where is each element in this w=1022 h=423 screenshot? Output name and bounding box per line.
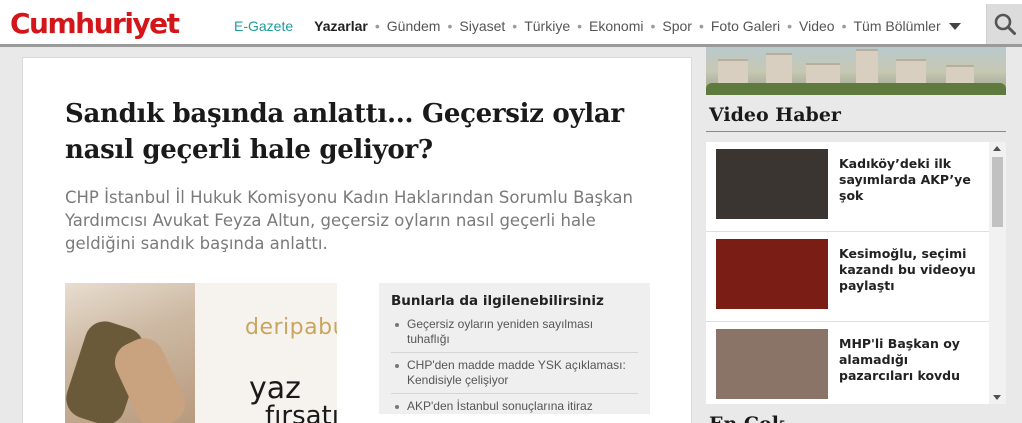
search-button[interactable]: [986, 4, 1022, 44]
video-thumbnail[interactable]: [716, 149, 828, 219]
scrollbar-thumb[interactable]: [992, 157, 1003, 227]
video-news-title[interactable]: Video Haber: [709, 104, 841, 126]
article-headline: Sandık başında anlattı... Geçersiz oylar…: [65, 99, 624, 165]
divider: [706, 131, 1006, 132]
most-read-title: En Çok: [709, 413, 785, 423]
video-thumbnail[interactable]: [716, 329, 828, 399]
nav-item-spor[interactable]: Spor: [662, 18, 692, 34]
real-estate-banner[interactable]: [706, 47, 1006, 95]
video-news-headline[interactable]: Kadıköy’deki ilk sayımlarda AKP’ye şok: [839, 156, 979, 204]
nav-item-label: Tüm Bölümler: [853, 18, 941, 34]
video-news-headline[interactable]: MHP'li Başkan oy alamadığı pazarcıları k…: [839, 336, 979, 384]
related-article-link[interactable]: CHP'den madde madde YSK açıklaması: Kend…: [391, 358, 638, 394]
video-thumbnail[interactable]: [716, 239, 828, 309]
nav-item-gündem[interactable]: Gündem: [387, 18, 441, 34]
nav-item-label: E-Gazete: [234, 18, 294, 34]
nav-item-türkiye[interactable]: Türkiye: [524, 18, 570, 34]
nav-separator: •: [512, 18, 518, 34]
video-news-item[interactable]: Kesimoğlu, seçimi kazandı bu videoyu pay…: [706, 232, 989, 322]
video-news-item[interactable]: MHP'li Başkan oy alamadığı pazarcıları k…: [706, 322, 989, 404]
ad-photo: [65, 283, 195, 423]
chevron-down-icon: [948, 22, 961, 30]
article-card: Sandık başında anlattı... Geçersiz oylar…: [22, 57, 692, 423]
nav-item-e-gazete[interactable]: E-Gazete: [234, 18, 293, 34]
advertisement-banner[interactable]: deripabuç yaz fırsatı: [65, 283, 337, 423]
related-articles-title: Bunlarla da ilgilenebilirsiniz: [391, 293, 604, 309]
nav-separator: •: [841, 18, 847, 34]
nav-item-label: Gündem: [386, 18, 441, 34]
related-article-link[interactable]: Geçersiz oyların yeniden sayılması tuhaf…: [391, 317, 638, 353]
site-logo[interactable]: Cumhuriyet: [10, 7, 180, 41]
nav-item-siyaset[interactable]: Siyaset: [459, 18, 505, 34]
nav-separator: •: [374, 18, 380, 34]
nav-separator: •: [650, 18, 656, 34]
article-summary: CHP İstanbul İl Hukuk Komisyonu Kadın Ha…: [65, 188, 633, 253]
nav-item-label: Video: [799, 18, 835, 34]
related-articles-list: Geçersiz oyların yeniden sayılması tuhaf…: [391, 317, 638, 419]
nav-separator: •: [698, 18, 704, 34]
video-news-item[interactable]: Kadıköy’deki ilk sayımlarda AKP’ye şok: [706, 142, 989, 232]
nav-separator: •: [447, 18, 453, 34]
nav-item-ekonomi[interactable]: Ekonomi: [589, 18, 643, 34]
nav-item-foto-galeri[interactable]: Foto Galeri: [711, 18, 780, 34]
nav-item-label: Siyaset: [459, 18, 506, 34]
search-icon: [994, 13, 1016, 35]
nav-item-video[interactable]: Video: [799, 18, 835, 34]
nav-item-label: Ekonomi: [589, 18, 644, 34]
ad-headline-line-2: fırsatı: [265, 401, 337, 423]
ad-brand-logo: deripabuç: [245, 315, 337, 340]
nav-item-label: Türkiye: [524, 18, 571, 34]
video-news-list: Kadıköy’deki ilk sayımlarda AKP’ye şok Ke…: [706, 142, 1006, 404]
top-navigation-bar: Cumhuriyet E-Gazete Yazarlar • Gündem • Siyas…: [0, 0, 1022, 47]
nav-item-label: Spor: [662, 18, 692, 34]
nav-item-yazarlar[interactable]: Yazarlar: [314, 18, 368, 34]
related-articles-box: Bunlarla da ilgilenebilirsiniz Geçersiz …: [379, 283, 650, 414]
nav-item-label: Yazarlar: [314, 18, 368, 34]
nav-separator: •: [577, 18, 583, 34]
main-nav: E-Gazete Yazarlar • Gündem • Siyaset • Türkiye •…: [234, 16, 961, 36]
banner-tree: [706, 83, 1006, 95]
scrollbar[interactable]: [989, 142, 1006, 404]
nav-item-label: Foto Galeri: [710, 18, 781, 34]
nav-separator: •: [787, 18, 793, 34]
nav-item-tüm-bölümler[interactable]: Tüm Bölümler: [854, 18, 961, 34]
related-article-link[interactable]: AKP'den İstanbul sonuçlarına itiraz: [391, 399, 638, 419]
scroll-down-arrow-icon[interactable]: [993, 395, 1001, 400]
video-news-headline[interactable]: Kesimoğlu, seçimi kazandı bu videoyu pay…: [839, 246, 979, 294]
scroll-up-arrow-icon[interactable]: [993, 146, 1001, 151]
